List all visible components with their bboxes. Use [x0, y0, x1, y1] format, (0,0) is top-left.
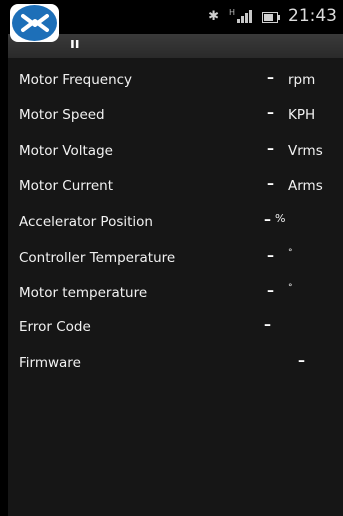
row-unit: %: [275, 212, 286, 225]
row-accelerator-position: Accelerator Position – %: [8, 208, 343, 238]
row-label: Motor Voltage: [19, 143, 113, 159]
action-bar: ıı: [8, 34, 343, 59]
row-error-code: Error Code –: [8, 313, 343, 343]
row-unit: rpm: [288, 72, 316, 88]
row-value: –: [267, 105, 274, 121]
signal-strength-icon: H: [229, 9, 252, 23]
row-unit: Vrms: [288, 143, 323, 159]
status-icons: ✱ H 21:43: [208, 6, 337, 26]
row-controller-temperature: Controller Temperature – °: [8, 244, 343, 274]
status-time: 21:43: [288, 6, 337, 26]
row-motor-speed: Motor Speed – KPH: [8, 101, 343, 131]
row-label: Motor Current: [19, 178, 114, 194]
row-label: Error Code: [19, 319, 91, 335]
row-label: Motor Frequency: [19, 72, 133, 88]
row-unit: °: [288, 248, 293, 258]
row-value: –: [267, 283, 274, 299]
row-value: –: [267, 141, 274, 157]
row-motor-frequency: Motor Frequency – rpm: [8, 66, 343, 96]
row-label: Accelerator Position: [19, 214, 153, 230]
row-unit: Arms: [288, 178, 323, 194]
network-type-label: H: [228, 8, 235, 17]
row-value: –: [267, 248, 274, 264]
row-value: –: [298, 353, 305, 369]
app-title: ıı: [70, 36, 80, 52]
row-label: Controller Temperature: [19, 250, 176, 266]
row-label: Motor temperature: [19, 285, 148, 301]
row-value: –: [267, 70, 274, 86]
row-unit: KPH: [288, 107, 316, 123]
row-motor-temperature: Motor temperature – °: [8, 279, 343, 309]
battery-icon: [262, 11, 280, 23]
bluetooth-logo-icon[interactable]: [10, 4, 59, 42]
bluetooth-icon: ✱: [208, 8, 219, 24]
telemetry-list: Motor Frequency – rpm Motor Speed – KPH …: [8, 58, 343, 516]
row-label: Motor Speed: [19, 107, 105, 123]
row-label: Firmware: [19, 355, 81, 371]
row-value: –: [264, 317, 271, 333]
row-firmware: Firmware –: [8, 349, 343, 379]
row-unit: °: [288, 283, 293, 293]
row-value: –: [267, 176, 274, 192]
row-motor-current: Motor Current – Arms: [8, 172, 343, 202]
row-motor-voltage: Motor Voltage – Vrms: [8, 137, 343, 167]
row-value: –: [264, 212, 271, 228]
